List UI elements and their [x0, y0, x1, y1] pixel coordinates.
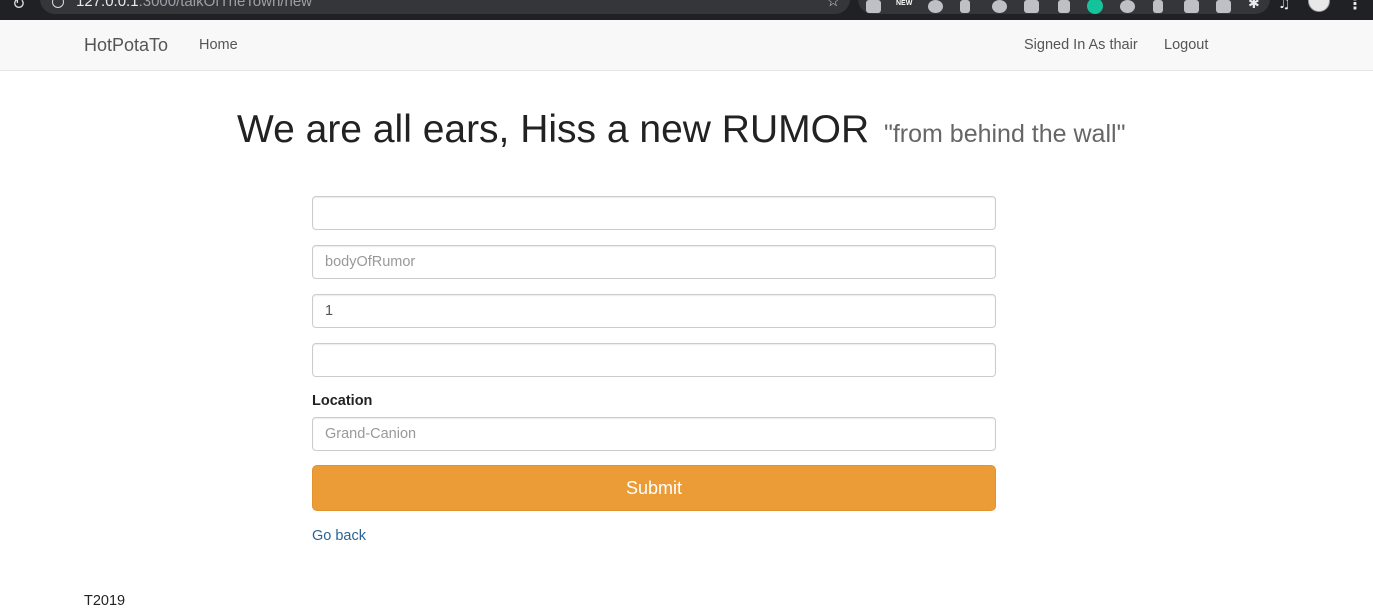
react-devtools-icon[interactable]: [928, 0, 943, 13]
brand-link[interactable]: HotPotaTo: [84, 35, 168, 56]
number-input[interactable]: [312, 294, 996, 328]
notion-icon[interactable]: [1184, 0, 1199, 13]
address-bar[interactable]: 127.0.0.1:3000/talkOfTheTown/new ☆: [40, 0, 850, 14]
footer-text: T2019: [84, 593, 126, 609]
extension-icon[interactable]: [1120, 0, 1135, 13]
extension-icon[interactable]: [960, 0, 970, 13]
reload-icon[interactable]: ↻: [12, 0, 25, 13]
signed-in-status: Signed In As thair: [1024, 37, 1138, 53]
extension-icon[interactable]: [1153, 0, 1163, 13]
kebab-menu-icon[interactable]: ⋮: [1347, 0, 1363, 13]
url-path: :3000/talkOfTheTown/new: [138, 0, 312, 10]
submit-button[interactable]: Submit: [312, 465, 996, 511]
extension-icon[interactable]: [866, 0, 881, 13]
navbar: HotPotaTo Home Signed In As thair Logout: [0, 20, 1373, 71]
info-icon[interactable]: [52, 0, 64, 8]
location-input[interactable]: [312, 417, 996, 451]
extension-icon[interactable]: [1024, 0, 1039, 13]
bookmark-star-icon[interactable]: ☆: [827, 0, 840, 10]
browser-toolbar: ↻ 127.0.0.1:3000/talkOfTheTown/new ☆ NEW…: [0, 0, 1373, 20]
page-subtitle: "from behind the wall": [883, 120, 1126, 148]
extension-icon[interactable]: [992, 0, 1007, 13]
page-title-text: We are all ears, Hiss a new RUMOR: [237, 108, 870, 151]
body-of-rumor-input[interactable]: [312, 245, 996, 279]
puzzle-icon[interactable]: ✱: [1248, 0, 1260, 12]
logout-link[interactable]: Logout: [1164, 37, 1208, 53]
nav-home-link[interactable]: Home: [199, 37, 238, 53]
title-input[interactable]: [312, 196, 996, 230]
page-title: We are all ears, Hiss a new RUMOR "from …: [237, 108, 1125, 152]
url-host: 127.0.0.1: [76, 0, 139, 10]
profile-avatar[interactable]: [1308, 0, 1330, 12]
location-label: Location: [312, 393, 373, 409]
extension-icon[interactable]: [1216, 0, 1231, 13]
go-back-link[interactable]: Go back: [312, 528, 366, 544]
extension-icon[interactable]: [1058, 0, 1070, 13]
media-control-icon[interactable]: ♫: [1278, 0, 1291, 12]
url-text: 127.0.0.1:3000/talkOfTheTown/new: [76, 0, 312, 10]
extra-input[interactable]: [312, 343, 996, 377]
new-extension-icon[interactable]: NEW: [896, 0, 912, 7]
